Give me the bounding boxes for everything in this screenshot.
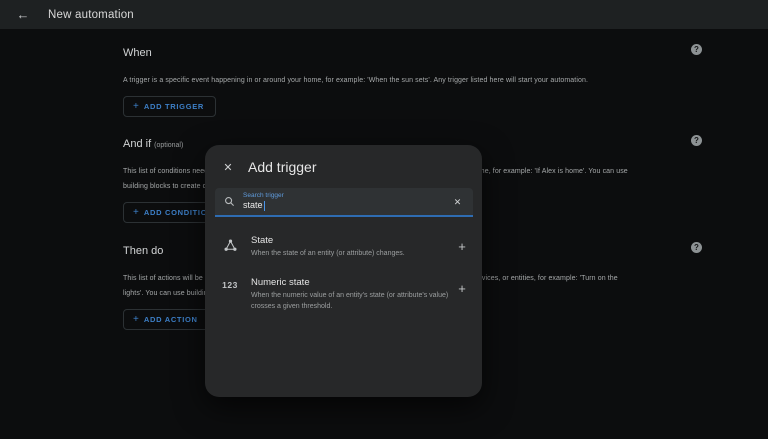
search-field-label: Search trigger — [243, 192, 284, 200]
trigger-option-title: Numeric state — [251, 276, 449, 289]
trigger-option-numeric-state[interactable]: 123 Numeric state When the numeric value… — [205, 270, 482, 318]
add-trigger-button[interactable]: + ADD TRIGGER — [123, 96, 216, 117]
help-icon[interactable]: ? — [691, 242, 702, 253]
then-do-heading: Then do — [123, 245, 163, 257]
add-action-button[interactable]: + ADD ACTION — [123, 309, 210, 330]
search-field-text: Search trigger state — [243, 192, 284, 211]
dialog-header: ✕ Add trigger — [205, 145, 482, 185]
back-arrow-icon[interactable]: ← — [12, 4, 34, 26]
close-icon[interactable]: ✕ — [221, 160, 235, 174]
numeric-123-icon: 123 — [217, 280, 243, 290]
plus-icon: + — [133, 103, 139, 111]
trigger-option-state[interactable]: State When the state of an entity (or at… — [205, 228, 482, 265]
trigger-option-title: State — [251, 234, 449, 247]
help-icon[interactable]: ? — [691, 135, 702, 146]
plus-icon: + — [133, 209, 139, 217]
trigger-option-description: When the state of an entity (or attribut… — [251, 248, 449, 259]
clear-search-icon[interactable]: ✕ — [452, 197, 463, 208]
trigger-option-text: Numeric state When the numeric value of … — [251, 276, 449, 312]
help-icon[interactable]: ? — [691, 44, 702, 55]
section-when: When ? A trigger is a specific event hap… — [123, 29, 697, 117]
page-title: New automation — [48, 9, 134, 21]
plus-icon: + — [133, 316, 139, 324]
trigger-result-list: State When the state of an entity (or at… — [205, 228, 482, 318]
trigger-option-text: State When the state of an entity (or at… — [251, 234, 449, 259]
add-trigger-dialog: ✕ Add trigger Search trigger state ✕ — [205, 145, 482, 397]
state-machine-icon — [217, 238, 243, 253]
when-description: A trigger is a specific event happening … — [123, 73, 697, 88]
app-header: ← New automation — [0, 0, 768, 29]
add-plus-icon[interactable]: + — [455, 282, 469, 296]
and-if-heading: And if — [123, 138, 151, 150]
optional-label: (optional) — [154, 142, 183, 149]
search-icon — [224, 196, 235, 207]
search-field-value: state — [243, 200, 263, 211]
when-heading: When — [123, 47, 152, 59]
search-input[interactable]: Search trigger state ✕ — [215, 188, 473, 217]
dialog-title: Add trigger — [248, 159, 316, 175]
text-cursor — [264, 201, 265, 211]
trigger-option-description: When the numeric value of an entity's st… — [251, 290, 449, 312]
add-plus-icon[interactable]: + — [455, 240, 469, 254]
